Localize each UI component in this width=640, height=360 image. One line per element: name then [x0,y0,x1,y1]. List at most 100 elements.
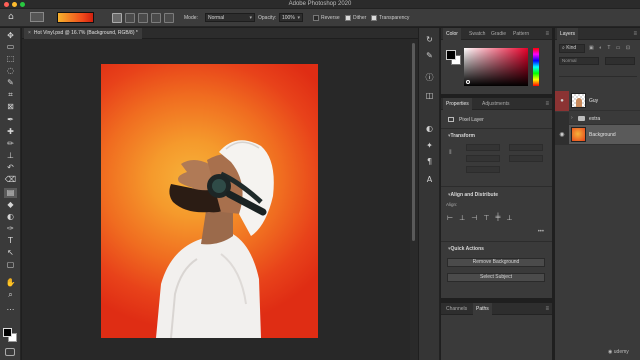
history-brush-tool-icon[interactable]: ↶ [4,163,17,173]
align-section-header[interactable]: Align and Distribute [448,192,499,198]
layer-name[interactable]: Guy [589,98,598,104]
height-field[interactable] [509,144,543,151]
tab-gradients[interactable]: Gradie [488,28,509,40]
tab-paths[interactable]: Paths [473,303,492,315]
artboard-tool-icon[interactable]: ▭ [4,42,17,52]
align-top-icon[interactable]: ⊤ [483,214,489,224]
adjustments-icon[interactable]: ◐ [423,123,436,134]
reflected-gradient-button[interactable] [151,13,161,23]
angle-gradient-button[interactable] [138,13,148,23]
align-bottom-icon[interactable]: ⊥ [506,214,512,224]
paragraph-icon[interactable]: ¶ [423,156,436,167]
eye-hidden-icon[interactable] [555,112,569,125]
rotation-field[interactable] [466,166,500,173]
path-select-tool-icon[interactable]: ↖ [4,248,17,258]
healing-brush-tool-icon[interactable]: ✚ [4,127,17,137]
layer-name[interactable]: extra [589,116,600,122]
layer-row-extra[interactable]: › extra [555,112,640,125]
document-tab[interactable]: × Hot Vinyl.psd @ 16.7% (Background, RGB/… [24,28,142,39]
rectangle-tool-icon[interactable]: ▢ [4,260,17,270]
canvas-artwork[interactable] [101,64,318,338]
quick-mask-icon[interactable] [5,348,15,356]
clone-stamp-tool-icon[interactable]: ⊥ [4,151,17,161]
crop-tool-icon[interactable]: ⌗ [4,90,17,100]
marquee-tool-icon[interactable]: ⬚ [4,54,17,64]
eye-visibility-icon[interactable]: ◉ [555,125,569,145]
opacity-field[interactable]: 100% [279,13,303,22]
hand-tool-icon[interactable]: ✋ [4,278,17,288]
align-hcenter-icon[interactable]: ⊥ [459,214,465,224]
lasso-tool-icon[interactable]: ◌ [4,66,17,76]
tool-preset-icon[interactable] [30,12,44,22]
select-subject-button[interactable]: Select Subject [447,273,545,282]
expand-chevron-icon[interactable]: › [571,115,573,121]
reverse-checkbox[interactable] [313,15,319,21]
zoom-tool-icon[interactable]: ⌕ [4,290,17,300]
quick-select-tool-icon[interactable]: ✎ [4,78,17,88]
remove-background-button[interactable]: Remove Background [447,258,545,267]
transform-section-header[interactable]: Transform [448,133,475,139]
brush-settings-icon[interactable]: ✎ [423,50,436,61]
tab-color[interactable]: Color [443,28,461,40]
eraser-tool-icon[interactable]: ⌫ [4,175,17,185]
home-icon[interactable]: ⌂ [8,12,18,22]
dither-checkbox[interactable] [345,15,351,21]
color-picker-handle[interactable] [466,80,470,84]
x-position-field[interactable] [466,155,500,162]
transparency-checkbox[interactable] [371,15,377,21]
align-vcenter-icon[interactable]: ╪ [495,214,500,224]
blend-mode-dropdown[interactable]: Normal [559,57,599,65]
close-tab-icon[interactable]: × [28,30,31,36]
eye-visibility-icon[interactable]: ● [555,91,569,111]
tab-swatches[interactable]: Swatch [466,28,488,40]
type-tool-icon[interactable]: T [4,236,17,246]
linear-gradient-button[interactable] [112,13,122,23]
character-icon[interactable]: A [423,174,436,185]
panel-menu-icon[interactable]: ≡ [545,101,549,107]
tab-layers[interactable]: Layers [557,28,579,40]
foreground-swatch[interactable] [446,50,456,60]
tab-properties[interactable]: Properties [443,98,472,110]
dodge-tool-icon[interactable]: ◐ [4,212,17,222]
more-tools-icon[interactable]: … [4,303,17,313]
more-options-icon[interactable]: ••• [538,229,544,235]
tab-channels[interactable]: Channels [443,303,470,315]
tab-patterns[interactable]: Pattern [510,28,532,40]
canvas-vertical-scrollbar[interactable] [410,39,418,360]
mode-dropdown[interactable]: Normal [205,13,255,22]
align-left-icon[interactable]: ⊢ [447,214,453,224]
opacity-control[interactable] [605,57,635,65]
color-picker-field[interactable] [464,48,528,86]
layer-row-background[interactable]: ◉ Background [555,125,640,145]
hue-slider[interactable] [533,48,539,86]
foreground-color-swatch[interactable] [3,328,12,337]
search-icon: ⌕ [562,45,565,51]
panel-menu-icon[interactable]: ≡ [545,306,549,312]
blur-tool-icon[interactable]: ◆ [4,200,17,210]
pen-tool-icon[interactable]: ✑ [4,224,17,234]
frame-tool-icon[interactable]: ⊠ [4,102,17,112]
gradient-preview-swatch[interactable] [57,12,94,23]
gradient-tool-icon[interactable]: ▤ [4,188,17,198]
scrollbar-thumb[interactable] [412,43,415,241]
history-icon[interactable]: ↻ [423,34,436,45]
tab-adjustments[interactable]: Adjustments [479,98,513,110]
brush-tool-icon[interactable]: ✏ [4,139,17,149]
layer-row-guy[interactable]: ● Guy [555,91,640,111]
layer-kind-dropdown[interactable]: ⌕ Kind [559,44,585,53]
diamond-gradient-button[interactable] [164,13,174,23]
link-icon[interactable]: ⫴ [449,150,452,157]
panel-menu-icon[interactable]: ≡ [633,31,637,37]
panel-menu-icon[interactable]: ≡ [545,31,549,37]
width-field[interactable] [466,144,500,151]
styles-icon[interactable]: ✦ [423,140,436,151]
align-right-icon[interactable]: ⊣ [471,214,477,224]
move-tool-icon[interactable]: ✥ [4,31,17,41]
info-icon[interactable]: ⓘ [423,72,436,83]
radial-gradient-button[interactable] [125,13,135,23]
eyedropper-tool-icon[interactable]: ✒ [4,115,17,125]
y-position-field[interactable] [509,155,543,162]
quick-actions-header[interactable]: Quick Actions [448,246,484,252]
layer-name[interactable]: Background [589,132,616,138]
libraries-icon[interactable]: ◫ [423,90,436,101]
